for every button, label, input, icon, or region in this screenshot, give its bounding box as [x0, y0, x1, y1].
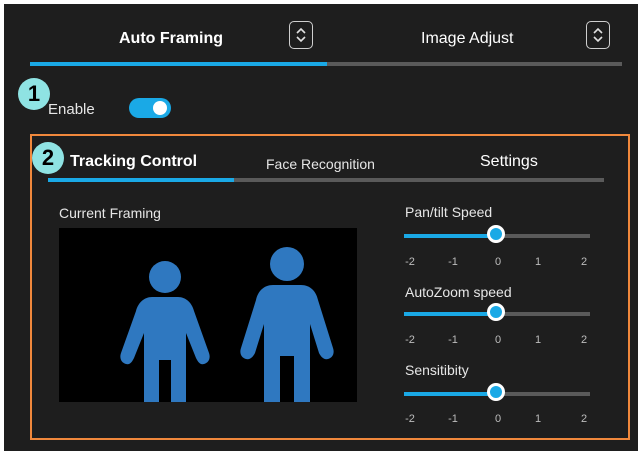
tick-label: -1 [448, 334, 458, 346]
slider-fill [404, 234, 498, 238]
sub-tab-indicator [48, 178, 604, 182]
tick-label: -2 [405, 334, 415, 346]
tick-label: 0 [494, 334, 502, 346]
main-tab-indicator-fill [30, 62, 327, 66]
tab-face-recognition[interactable]: Face Recognition [266, 156, 375, 172]
callout-badge-2: 2 [32, 142, 64, 174]
chevron-up-down-icon [593, 27, 603, 43]
tick-label: 1 [534, 256, 542, 268]
enable-label: Enable [48, 101, 95, 118]
enable-toggle[interactable] [129, 98, 171, 118]
framing-preview [59, 228, 357, 402]
tab-settings[interactable]: Settings [480, 153, 538, 171]
person-figures [120, 247, 334, 402]
slider-thumb[interactable] [487, 225, 505, 243]
person-icon [120, 261, 210, 402]
tab-auto-framing[interactable]: Auto Framing [119, 30, 223, 48]
tick-label: 1 [534, 334, 542, 346]
sensitivity-ticks: -2 -1 0 1 2 [402, 413, 592, 427]
slider-fill [404, 392, 498, 396]
autozoom-speed-ticks: -2 -1 0 1 2 [402, 334, 592, 348]
autozoom-speed-label: AutoZoom speed [405, 284, 512, 300]
sensitivity-slider[interactable] [404, 383, 590, 401]
callout-badge-1: 1 [18, 78, 50, 110]
sub-tab-indicator-fill [48, 178, 234, 182]
tick-label: 1 [534, 413, 542, 425]
pan-tilt-speed-ticks: -2 -1 0 1 2 [402, 256, 592, 270]
tick-label: 2 [580, 334, 588, 346]
chevron-up-down-icon [296, 27, 306, 43]
current-framing-label: Current Framing [59, 205, 161, 221]
pan-tilt-speed-label: Pan/tilt Speed [405, 204, 493, 220]
sensitivity-label: Sensitibity [405, 362, 469, 378]
autozoom-speed-slider[interactable] [404, 303, 590, 321]
tick-label: -1 [448, 413, 458, 425]
toggle-knob [153, 101, 167, 115]
tab-image-adjust[interactable]: Image Adjust [421, 30, 514, 48]
auto-framing-selector-button[interactable] [289, 21, 313, 49]
tick-label: -1 [448, 256, 458, 268]
tick-label: 2 [580, 413, 588, 425]
tick-label: 0 [494, 413, 502, 425]
tab-tracking-control[interactable]: Tracking Control [70, 153, 197, 171]
tick-label: 0 [494, 256, 502, 268]
person-icon [240, 247, 334, 402]
image-adjust-selector-button[interactable] [586, 21, 610, 49]
tick-label: -2 [405, 256, 415, 268]
main-tab-indicator [30, 62, 622, 66]
slider-thumb[interactable] [487, 383, 505, 401]
slider-fill [404, 312, 498, 316]
slider-thumb[interactable] [487, 303, 505, 321]
pan-tilt-speed-slider[interactable] [404, 225, 590, 243]
tick-label: 2 [580, 256, 588, 268]
tick-label: -2 [405, 413, 415, 425]
